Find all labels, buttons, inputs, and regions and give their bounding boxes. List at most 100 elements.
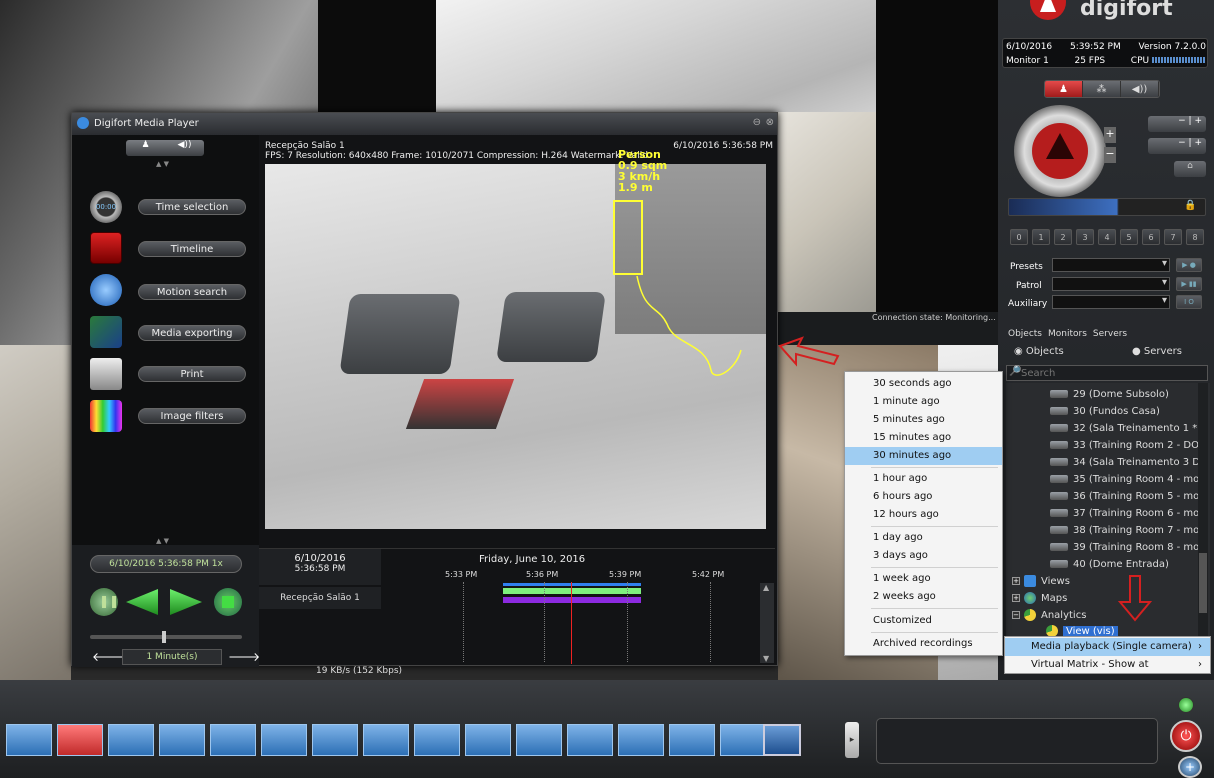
camera-view-lower-center[interactable] [71,666,778,680]
preset-0[interactable]: 0 [1010,229,1028,245]
layout-6x6[interactable] [567,724,613,756]
menu-item-15-minutes[interactable]: 15 minutes ago [845,429,1002,447]
tree-camera-36[interactable]: 36 (Training Room 5 - moc [1050,488,1205,504]
tree-scroll-thumb[interactable] [1199,553,1207,613]
layout-scroll-right-button[interactable]: ▸ [845,722,859,758]
menu-item-archived-recordings[interactable]: Archived recordings [845,635,1002,653]
step-next-button[interactable]: 🡒 [228,649,260,664]
layout-3-plus-9[interactable] [516,724,562,756]
person-icon[interactable]: ♟ [126,140,165,156]
preset-2[interactable]: 2 [1054,229,1072,245]
auxiliary-button[interactable]: I O [1176,295,1202,309]
group-mode-icon[interactable]: ⁂ [1083,81,1121,97]
mode-selector[interactable]: ♟ ⁂ ◀)) [1044,80,1160,98]
menu-item-2-weeks[interactable]: 2 weeks ago [845,588,1002,606]
play-forward-button[interactable] [170,589,202,615]
menu-item-30-minutes[interactable]: 30 minutes ago [845,447,1002,465]
presets-go-button[interactable]: ▶ ● [1176,258,1202,272]
timeline-button[interactable]: Timeline [138,241,246,257]
layout-2-plus-4[interactable] [465,724,511,756]
person-bounding-box[interactable] [613,200,643,275]
focus-control[interactable]: − | + [1148,116,1206,132]
zoom-plus-button[interactable]: + [1104,127,1116,143]
search-input[interactable] [1021,367,1201,379]
camera-view-lobby-top[interactable] [436,0,876,112]
radio-servers[interactable]: ● Servers [1132,346,1182,357]
layout-custom[interactable] [763,724,801,756]
preset-7[interactable]: 7 [1164,229,1182,245]
expand-icon[interactable]: + [1012,594,1020,602]
play-back-button[interactable] [126,589,158,615]
menu-item-3-days[interactable]: 3 days ago [845,547,1002,565]
timeline-scrollbar[interactable]: ▲ ▼ [760,583,774,663]
tree-scrollbar[interactable] [1198,383,1208,638]
sidebar-collapse-arrows[interactable]: ▲ ▼ [156,160,169,168]
timeline-panel[interactable]: 6/10/2016 5:36:58 PM Friday, June 10, 20… [259,548,775,664]
expand-icon[interactable]: + [1012,577,1020,585]
menu-item-12-hours[interactable]: 12 hours ago [845,506,1002,524]
tree-camera-37[interactable]: 37 (Training Room 6 - moc [1050,505,1205,521]
refresh-icon[interactable] [1178,697,1194,713]
recording-bar-purple[interactable] [503,597,641,603]
power-button[interactable]: ⏻ [1170,720,1202,752]
search-box[interactable]: 🔎 [1006,365,1208,381]
menu-item-1-day[interactable]: 1 day ago [845,529,1002,547]
tree-camera-35[interactable]: 35 (Training Room 4 - moc [1050,471,1205,487]
tree-camera-34[interactable]: 34 (Sala Treinamento 3 DC [1050,454,1207,470]
layout-8x8[interactable] [720,724,766,756]
patrol-play-button[interactable]: ▶ ▮▮ [1176,277,1202,291]
tree-camera-33[interactable]: 33 (Training Room 2 - DOM [1050,437,1208,453]
presets-dropdown[interactable] [1052,258,1170,272]
objects-tree[interactable]: 29 (Dome Subsolo) 30 (Fundos Casa) 32 (S… [1006,383,1210,638]
sidebar-mode-toggle[interactable]: ♟ ◀)) [126,140,204,156]
close-icon[interactable]: ⊗ [766,117,774,128]
tree-camera-32[interactable]: 32 (Sala Treinamento 1 *) [1050,420,1201,436]
tab-servers[interactable]: Servers [1093,329,1127,339]
menu-item-1-week[interactable]: 1 week ago [845,570,1002,588]
layout-2x2[interactable] [57,724,103,756]
audio-icon[interactable]: ◀)) [165,140,204,156]
audio-mode-icon[interactable]: ◀)) [1121,81,1159,97]
camera-view-corridor[interactable] [318,0,436,112]
sidebar-bottom-arrows[interactable]: ▲ ▼ [156,537,169,545]
menu-item-virtual-matrix[interactable]: Virtual Matrix - Show at › [1005,656,1210,674]
tree-camera-38[interactable]: 38 (Training Room 7 - moc [1050,522,1205,538]
iris-control[interactable]: − | + [1148,138,1206,154]
speed-slider[interactable] [1008,198,1206,216]
collapse-icon[interactable]: − [1012,611,1020,619]
preset-5[interactable]: 5 [1120,229,1138,245]
layout-3x3[interactable] [108,724,154,756]
layout-1x1[interactable] [6,724,52,756]
layout-2x1[interactable] [618,724,664,756]
media-player-titlebar[interactable]: Digifort Media Player ⊖ ⊗ [72,113,777,135]
home-button[interactable]: ⌂ [1174,161,1206,177]
zoom-minus-button[interactable]: − [1104,147,1116,163]
scroll-up-icon[interactable]: ▲ [763,583,769,592]
objects-tabs[interactable]: Objects Monitors Servers [1008,329,1127,339]
tree-group-analytics[interactable]: − Analytics [1012,607,1086,623]
tree-camera-39[interactable]: 39 (Training Room 8 - moc [1050,539,1205,555]
speed-slider-thumb[interactable] [162,631,166,643]
tree-camera-40[interactable]: 40 (Dome Entrada) [1050,556,1169,572]
pause-button[interactable]: ❚❚ [90,588,119,616]
tree-group-views[interactable]: + Views [1012,573,1070,589]
preset-6[interactable]: 6 [1142,229,1160,245]
camera-view-lower-left[interactable] [0,345,71,680]
tree-camera-30[interactable]: 30 (Fundos Casa) [1050,403,1160,419]
layout-5x5[interactable] [414,724,460,756]
preset-1[interactable]: 1 [1032,229,1050,245]
layout-1-plus-7[interactable] [210,724,256,756]
preset-8[interactable]: 8 [1186,229,1204,245]
auxiliary-dropdown[interactable] [1052,295,1170,309]
playhead-cursor[interactable] [571,582,572,664]
image-filters-button[interactable]: Image filters [138,408,246,424]
minimize-icon[interactable]: ⊖ [753,117,761,128]
media-exporting-button[interactable]: Media exporting [138,325,246,341]
recording-bar-green[interactable] [503,588,641,594]
video-frame[interactable] [265,164,766,529]
speed-slider-track[interactable] [90,631,242,643]
menu-item-5-minutes[interactable]: 5 minutes ago [845,411,1002,429]
menu-item-6-hours[interactable]: 6 hours ago [845,488,1002,506]
person-mode-icon[interactable]: ♟ [1045,81,1083,97]
tab-objects[interactable]: Objects [1008,329,1042,339]
